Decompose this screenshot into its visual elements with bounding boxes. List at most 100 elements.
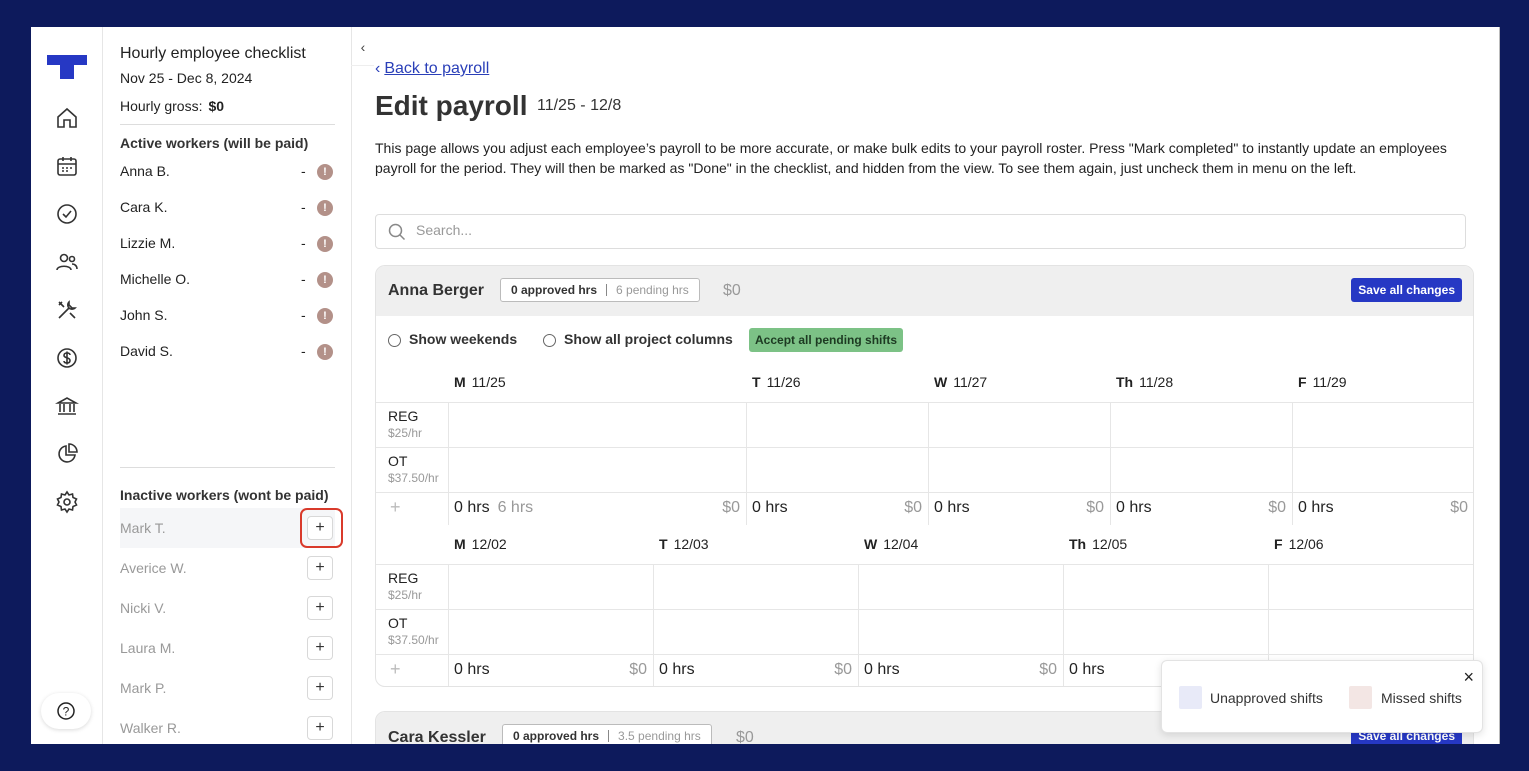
help-button[interactable]: ? <box>41 693 91 729</box>
reg-hours-cell[interactable] <box>449 403 746 447</box>
day-date: 12/06 <box>1288 536 1324 552</box>
page-title-range: 11/25 - 12/8 <box>537 97 622 114</box>
day-date: 11/27 <box>953 374 988 390</box>
save-all-changes-button[interactable]: Save all changes <box>1351 278 1462 302</box>
collapse-divider <box>351 65 374 66</box>
collapse-panel-button[interactable]: ‹ <box>353 37 373 57</box>
day-header: W 11/27 <box>928 364 987 402</box>
accept-pending-shifts-button[interactable]: Accept all pending shifts <box>749 328 904 352</box>
add-worker-button[interactable]: + <box>307 596 333 620</box>
active-worker-row[interactable]: Lizzie M. -! <box>120 235 335 271</box>
day-total-amount: $0 <box>834 661 852 678</box>
warning-icon: ! <box>317 308 333 324</box>
add-worker-button[interactable]: + <box>307 636 333 660</box>
employee-total: $0 <box>723 282 741 299</box>
active-worker-row[interactable]: Cara K. -! <box>120 199 335 235</box>
active-worker-row[interactable]: John S. -! <box>120 307 335 343</box>
warning-icon: ! <box>317 272 333 288</box>
pending-hours: 6 pending hrs <box>616 283 689 297</box>
employee-card: Anna Berger 0 approved hrs 6 pending hrs … <box>375 265 1474 687</box>
day-date: 12/03 <box>673 536 709 552</box>
day-header: W 12/04 <box>858 526 918 564</box>
show-weekends-radio[interactable] <box>388 334 401 347</box>
day-of-week: Th <box>1116 374 1134 390</box>
calendar-icon[interactable] <box>55 154 79 178</box>
ot-hours-cell[interactable] <box>747 448 928 492</box>
reg-hours-cell[interactable] <box>747 403 928 447</box>
ot-hours-cell[interactable] <box>859 610 1063 654</box>
add-worker-button[interactable]: + <box>307 556 333 580</box>
day-date: 11/26 <box>766 374 801 390</box>
ot-hours-cell[interactable] <box>1064 610 1268 654</box>
scrollbar[interactable] <box>1499 27 1500 744</box>
users-icon[interactable] <box>55 250 79 274</box>
pending-hours: 3.5 pending hrs <box>618 729 701 743</box>
reg-hours-cell[interactable] <box>449 565 653 609</box>
add-row-button[interactable]: + <box>390 659 401 680</box>
active-worker-row[interactable]: Anna B. -! <box>120 163 335 199</box>
dollar-icon[interactable] <box>55 346 79 370</box>
reg-hours-cell[interactable] <box>1293 403 1473 447</box>
worker-name: Walker R. <box>120 720 181 736</box>
worker-status: - <box>301 307 306 323</box>
search-input[interactable] <box>416 222 1416 238</box>
active-worker-row[interactable]: David S. -! <box>120 343 335 379</box>
ot-hours-cell[interactable] <box>449 610 653 654</box>
employee-name: Anna Berger <box>388 282 485 299</box>
worker-name: Nicki V. <box>120 600 167 616</box>
worker-status: - <box>301 271 306 287</box>
search-box[interactable] <box>375 214 1466 249</box>
approved-hours: 0 approved hrs <box>511 283 598 297</box>
tools-icon[interactable] <box>55 298 79 322</box>
add-row-button[interactable]: + <box>390 497 401 518</box>
check-circle-icon[interactable] <box>55 202 79 226</box>
day-date: 12/05 <box>1092 536 1128 552</box>
ot-hours-cell[interactable] <box>1111 448 1292 492</box>
bank-icon[interactable] <box>55 394 79 418</box>
reg-rate: $25/hr <box>388 426 423 440</box>
close-icon[interactable]: × <box>1463 667 1474 688</box>
ot-hours-cell[interactable] <box>929 448 1110 492</box>
reg-hours-cell[interactable] <box>1111 403 1292 447</box>
inactive-worker-row: Laura M. + <box>120 628 335 668</box>
day-of-week: T <box>752 374 761 390</box>
reg-hours-cell[interactable] <box>654 565 858 609</box>
reg-hours-cell[interactable] <box>1269 565 1473 609</box>
day-total-amount: $0 <box>904 499 922 516</box>
pie-chart-icon[interactable] <box>55 442 79 466</box>
add-worker-button[interactable]: + <box>307 676 333 700</box>
active-worker-row[interactable]: Michelle O. -! <box>120 271 335 307</box>
show-project-columns-radio[interactable] <box>543 334 556 347</box>
checklist-panel: Hourly employee checklist Nov 25 - Dec 8… <box>104 27 351 744</box>
logo-icon <box>47 55 87 79</box>
day-header: M 11/25 <box>448 364 506 402</box>
day-date: 12/02 <box>471 536 507 552</box>
page-title: Edit payroll <box>375 90 528 121</box>
reg-hours-cell[interactable] <box>929 403 1110 447</box>
back-to-payroll-link[interactable]: ‹ Back to payroll <box>375 60 489 78</box>
gear-icon[interactable] <box>55 490 79 514</box>
warning-icon: ! <box>317 236 333 252</box>
ot-hours-cell[interactable] <box>1293 448 1473 492</box>
week-grid: M 11/25 T 11/26 W 11/27 Th 11/28 F 11/29 REG $25/hr… <box>376 364 1473 526</box>
missed-swatch <box>1349 686 1372 709</box>
home-icon[interactable] <box>55 106 79 130</box>
ot-hours-cell[interactable] <box>654 610 858 654</box>
reg-hours-cell[interactable] <box>1064 565 1268 609</box>
day-total-amount: $0 <box>1450 499 1468 516</box>
inactive-workers-heading: Inactive workers (wont be paid) <box>120 487 329 503</box>
show-weekends-label: Show weekends <box>409 331 518 347</box>
ot-hours-cell[interactable] <box>449 448 746 492</box>
ot-hours-cell[interactable] <box>1269 610 1473 654</box>
help-icon: ? <box>57 702 75 720</box>
reg-label: REG <box>388 408 419 424</box>
worker-name: David S. <box>120 343 173 359</box>
hours-summary: 0 approved hrs 3.5 pending hrs <box>502 724 712 744</box>
svg-text:?: ? <box>63 705 70 719</box>
checklist-date-range: Nov 25 - Dec 8, 2024 <box>120 70 253 86</box>
day-date: 11/29 <box>1312 374 1347 390</box>
reg-hours-cell[interactable] <box>859 565 1063 609</box>
app-window: ? Hourly employee checklist Nov 25 - Dec… <box>31 27 1499 744</box>
add-worker-button[interactable]: + <box>307 716 333 740</box>
day-total-hours: 0 hrs <box>1069 661 1105 679</box>
